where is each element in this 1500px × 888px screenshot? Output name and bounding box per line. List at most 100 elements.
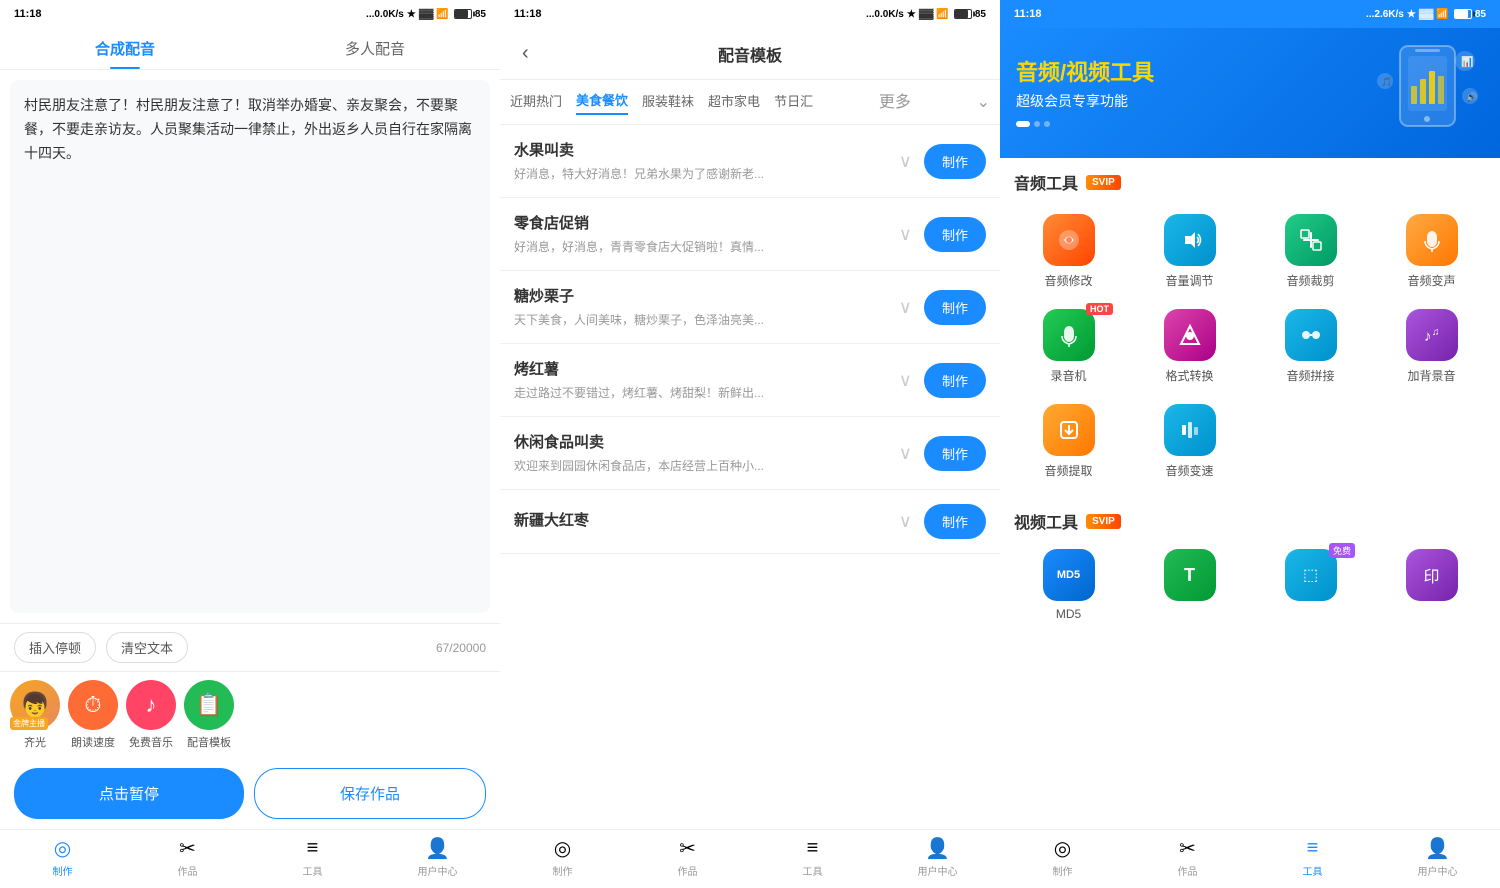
cat-supermarket[interactable]: 超市家电 bbox=[708, 91, 760, 114]
status-icons-3: ...2.6K/s ★ ▓▓ 📶 85 bbox=[1366, 9, 1486, 20]
back-button[interactable]: ‹ bbox=[514, 38, 537, 69]
template-item-1: 零食店促销 好消息，好消息，青青零食店大促销啦！真情... ∨ 制作 bbox=[500, 198, 1000, 271]
save-button[interactable]: 保存作品 bbox=[254, 768, 486, 819]
banner-subtitle: 超级会员专享功能 bbox=[1016, 91, 1154, 111]
network-speed-2: ...0.0K/s bbox=[866, 9, 904, 20]
tool-audio-modify[interactable]: 音频修改 bbox=[1010, 206, 1127, 297]
nav-tools-2[interactable]: ≡ 工具 bbox=[750, 836, 875, 878]
free-badge: 免费 bbox=[1329, 543, 1355, 558]
expand-icon-3[interactable]: ∨ bbox=[899, 370, 912, 391]
nav-user-3[interactable]: 👤 用户中心 bbox=[1375, 836, 1500, 878]
network-speed-3: ...2.6K/s bbox=[1366, 9, 1404, 20]
tool-format[interactable]: 格式转换 bbox=[1131, 301, 1248, 392]
pause-button[interactable]: 点击暂停 bbox=[14, 768, 244, 819]
make-button-3[interactable]: 制作 bbox=[924, 363, 986, 398]
battery-percent-3: 85 bbox=[1475, 9, 1486, 20]
nav-make-1[interactable]: ◎ 制作 bbox=[0, 836, 125, 878]
tool-bgm[interactable]: ♪♫ 加背景音 bbox=[1373, 301, 1490, 392]
user-icon-3: 👤 bbox=[1426, 836, 1450, 860]
dot-2 bbox=[1034, 121, 1040, 127]
tool-audio-volume[interactable]: 音量调节 bbox=[1131, 206, 1248, 297]
nav-tools-1[interactable]: ≡ 工具 bbox=[250, 836, 375, 878]
panel-tools: 11:18 ...2.6K/s ★ ▓▓ 📶 85 音频/视频工具 超级会员专享… bbox=[1000, 0, 1500, 888]
make-button-4[interactable]: 制作 bbox=[924, 436, 986, 471]
voice-speed[interactable]: ⏱ 朗读速度 bbox=[68, 680, 118, 750]
dot-3 bbox=[1044, 121, 1050, 127]
make-button-1[interactable]: 制作 bbox=[924, 217, 986, 252]
tools-icon-3: ≡ bbox=[1301, 836, 1325, 860]
cat-holiday[interactable]: 节日汇 bbox=[774, 91, 813, 114]
template-title-1: 零食店促销 bbox=[514, 212, 899, 233]
nav-user-1[interactable]: 👤 用户中心 bbox=[375, 836, 500, 878]
nav-tools-3[interactable]: ≡ 工具 bbox=[1250, 836, 1375, 878]
tool-md5[interactable]: MD5 MD5 bbox=[1010, 541, 1127, 629]
template-actions-4: ∨ 制作 bbox=[899, 436, 986, 471]
signal-icon: ▓▓ bbox=[419, 9, 434, 20]
nav-tools-label-2: 工具 bbox=[803, 863, 823, 878]
svip-badge-audio: SVIP bbox=[1086, 175, 1121, 190]
tool-audio-cut[interactable]: 音频裁剪 bbox=[1252, 206, 1369, 297]
tool-speed[interactable]: 音频变速 bbox=[1131, 396, 1248, 487]
tool-splice[interactable]: 音频拼接 bbox=[1252, 301, 1369, 392]
video-section-title: 视频工具 bbox=[1014, 509, 1078, 533]
status-bar-1: 11:18 ...0.0K/s ★ ▓▓ 📶 85 bbox=[0, 0, 500, 28]
dot-1 bbox=[1016, 121, 1030, 127]
insert-pause-button[interactable]: 插入停顿 bbox=[14, 632, 96, 663]
promo-banner[interactable]: 音频/视频工具 超级会员专享功能 📊 bbox=[1000, 28, 1500, 158]
tab-synthesize[interactable]: 合成配音 bbox=[0, 28, 250, 69]
tool-text[interactable]: T bbox=[1131, 541, 1248, 629]
tab-multi[interactable]: 多人配音 bbox=[250, 28, 500, 69]
expand-icon-4[interactable]: ∨ bbox=[899, 443, 912, 464]
voice-qiguang[interactable]: 👦 金牌主播 齐光 bbox=[10, 680, 60, 750]
template-title-4: 休闲食品叫卖 bbox=[514, 431, 899, 452]
text-toolbar: 插入停顿 清空文本 67/20000 bbox=[0, 623, 500, 671]
expand-categories-icon[interactable]: ⌄ bbox=[977, 92, 990, 112]
cat-more[interactable]: 更多 bbox=[879, 88, 911, 116]
tool-watermark[interactable]: 印 bbox=[1373, 541, 1490, 629]
template-item-5: 新疆大红枣 ∨ 制作 bbox=[500, 490, 1000, 554]
tools-icon-1: ≡ bbox=[301, 836, 325, 860]
expand-icon-0[interactable]: ∨ bbox=[899, 151, 912, 172]
cat-recent[interactable]: 近期热门 bbox=[510, 91, 562, 114]
expand-icon-5[interactable]: ∨ bbox=[899, 511, 912, 532]
works-icon-3: ✂ bbox=[1176, 836, 1200, 860]
cat-food[interactable]: 美食餐饮 bbox=[576, 90, 628, 115]
speed-icon bbox=[1164, 404, 1216, 456]
clear-text-button[interactable]: 清空文本 bbox=[106, 632, 188, 663]
tool-extract[interactable]: 音频提取 bbox=[1010, 396, 1127, 487]
cat-clothing[interactable]: 服装鞋袜 bbox=[642, 91, 694, 114]
tool-name-md5: MD5 bbox=[1056, 607, 1081, 621]
panel-synthesize: 11:18 ...0.0K/s ★ ▓▓ 📶 85 合成配音 多人配音 村民朋友… bbox=[0, 0, 500, 888]
voice-speed-label: 朗读速度 bbox=[71, 734, 115, 750]
template-title-0: 水果叫卖 bbox=[514, 139, 899, 160]
nav-user-2[interactable]: 👤 用户中心 bbox=[875, 836, 1000, 878]
tool-screen[interactable]: 免费 ⬚ bbox=[1252, 541, 1369, 629]
nav-make-3[interactable]: ◎ 制作 bbox=[1000, 836, 1125, 878]
time-2: 11:18 bbox=[514, 8, 542, 20]
make-button-5[interactable]: 制作 bbox=[924, 504, 986, 539]
nav-works-2[interactable]: ✂ 作品 bbox=[625, 836, 750, 878]
watermark-icon: 印 bbox=[1406, 549, 1458, 601]
tool-name-recorder: 录音机 bbox=[1050, 367, 1086, 384]
svg-text:📊: 📊 bbox=[1461, 55, 1473, 68]
tool-recorder[interactable]: HOT 录音机 bbox=[1010, 301, 1127, 392]
nav-works-1[interactable]: ✂ 作品 bbox=[125, 836, 250, 878]
expand-icon-2[interactable]: ∨ bbox=[899, 297, 912, 318]
template-info-1: 零食店促销 好消息，好消息，青青零食店大促销啦！真情... bbox=[514, 212, 899, 256]
template-info-2: 糖炒栗子 天下美食，人间美味，糖炒栗子，色泽油亮美... bbox=[514, 285, 899, 329]
tool-audio-voice[interactable]: 音频变声 bbox=[1373, 206, 1490, 297]
battery-icon-3 bbox=[1454, 9, 1472, 19]
make-button-2[interactable]: 制作 bbox=[924, 290, 986, 325]
expand-icon-1[interactable]: ∨ bbox=[899, 224, 912, 245]
nav-works-3[interactable]: ✂ 作品 bbox=[1125, 836, 1250, 878]
audio-modify-icon bbox=[1043, 214, 1095, 266]
recorder-icon bbox=[1043, 309, 1095, 361]
tool-name-bgm: 加背景音 bbox=[1407, 367, 1455, 384]
wifi-icon-3: 📶 bbox=[1436, 9, 1448, 20]
voice-music[interactable]: ♪ 免费音乐 bbox=[126, 680, 176, 750]
text-editor-area[interactable]: 村民朋友注意了！村民朋友注意了！取消举办婚宴、亲友聚会，不要聚餐，不要走亲访友。… bbox=[10, 80, 490, 613]
nav-make-2[interactable]: ◎ 制作 bbox=[500, 836, 625, 878]
make-button-0[interactable]: 制作 bbox=[924, 144, 986, 179]
voice-template[interactable]: 📋 配音模板 bbox=[184, 680, 234, 750]
char-count: 67/20000 bbox=[436, 641, 486, 655]
